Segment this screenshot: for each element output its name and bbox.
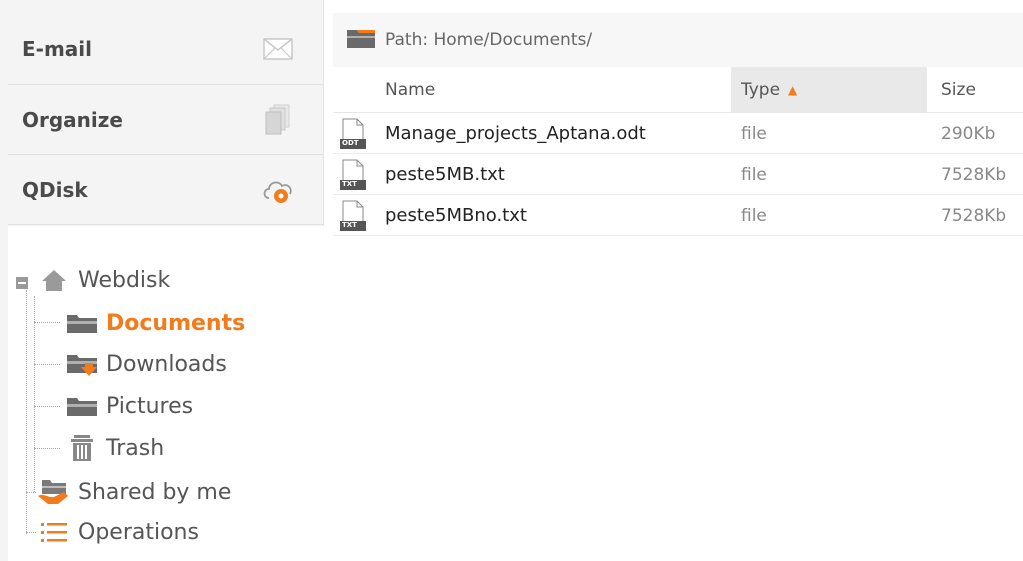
file-type-badge: TXT (342, 221, 357, 229)
trash-icon (64, 433, 100, 463)
table-row[interactable]: TXT peste5MB.txt file 7528Kb (333, 155, 1023, 195)
file-type: file (741, 124, 767, 144)
tree-label-shared-by-me: Shared by me (78, 479, 232, 505)
folder-icon (64, 391, 100, 421)
tree-item-downloads[interactable]: Downloads (64, 346, 227, 382)
tree-root-webdisk[interactable]: Webdisk (14, 262, 170, 298)
table-header: Name Type ▲ Size (333, 67, 1023, 113)
column-header-size[interactable]: Size (927, 67, 1023, 113)
folder-path-icon (345, 26, 377, 54)
accordion-email-label: E-mail (22, 36, 93, 61)
tree-label-trash: Trash (106, 435, 165, 461)
tree-item-operations[interactable]: Operations (36, 514, 199, 550)
column-header-size-label: Size (941, 80, 976, 100)
accordion-organize-label: Organize (22, 107, 123, 132)
tree-label-documents: Documents (106, 310, 246, 336)
file-name: Manage_projects_Aptana.odt (385, 123, 646, 144)
home-icon (36, 265, 72, 295)
sort-ascending-icon: ▲ (788, 83, 798, 97)
tree-label-webdisk: Webdisk (78, 267, 171, 293)
collapse-icon[interactable] (14, 272, 30, 289)
tree-label-downloads: Downloads (106, 351, 227, 377)
folder-icon (64, 308, 100, 338)
accordion-qdisk[interactable]: QDisk (8, 155, 324, 225)
file-type-badge: ODT (342, 139, 359, 147)
column-header-name-label: Name (385, 80, 436, 100)
tree-item-pictures[interactable]: Pictures (64, 388, 193, 424)
file-name: peste5MB.txt (385, 164, 505, 185)
cloud-icon (260, 172, 296, 208)
folder-download-icon (64, 349, 100, 379)
file-name: peste5MBno.txt (385, 205, 527, 226)
column-header-type[interactable]: Type ▲ (731, 67, 927, 113)
path-text: Path: Home/Documents/ (385, 30, 593, 50)
tree-item-shared-by-me[interactable]: Shared by me (36, 474, 231, 510)
envelope-icon (260, 31, 296, 67)
list-icon (36, 517, 72, 547)
file-type-badge: TXT (342, 180, 357, 188)
tree-label-operations: Operations (78, 519, 199, 545)
file-browser: Path: Home/Documents/ Name Type ▲ Size O… (333, 0, 1023, 561)
tree-item-trash[interactable]: Trash (64, 430, 164, 466)
folder-shared-icon (36, 477, 72, 507)
path-bar: Path: Home/Documents/ (333, 13, 1023, 67)
file-size: 7528Kb (941, 206, 1007, 226)
accordion-email[interactable]: E-mail (8, 13, 324, 85)
table-row[interactable]: TXT peste5MBno.txt file 7528Kb (333, 196, 1023, 236)
webdisk-tree: Webdisk Documents Downloads Pictures Tra… (8, 226, 324, 561)
pages-icon (260, 102, 296, 138)
file-size: 290Kb (941, 124, 996, 144)
column-header-type-label: Type (741, 80, 781, 100)
accordion-qdisk-label: QDisk (22, 177, 88, 202)
tree-label-pictures: Pictures (106, 393, 194, 419)
file-type: file (741, 165, 767, 185)
file-type: file (741, 206, 767, 226)
table-row[interactable]: ODT Manage_projects_Aptana.odt file 290K… (333, 114, 1023, 154)
file-size: 7528Kb (941, 165, 1007, 185)
accordion-organize[interactable]: Organize (8, 85, 324, 155)
sidebar: E-mail Organize QDisk Webdisk Documents … (0, 0, 324, 561)
column-header-name[interactable]: Name (385, 67, 730, 113)
tree-item-documents[interactable]: Documents (64, 305, 245, 341)
